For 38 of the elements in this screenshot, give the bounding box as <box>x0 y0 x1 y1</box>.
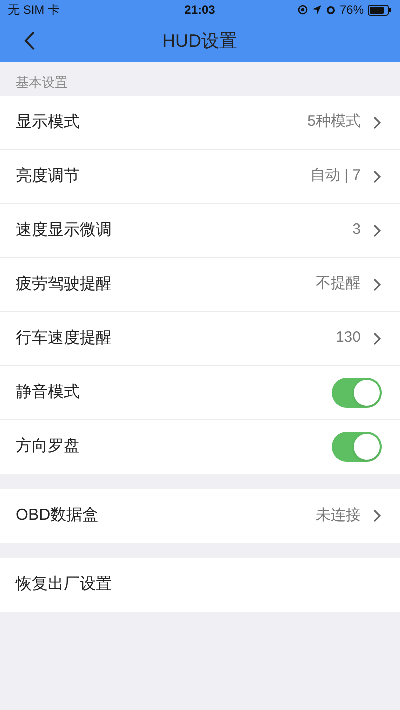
row-label: 疲劳驾驶提醒 <box>16 274 113 294</box>
settings-row[interactable]: OBD数据盒 未连接 <box>0 489 400 543</box>
section-header: 基本设置 <box>16 74 68 92</box>
clock-time: 21:03 <box>184 2 216 19</box>
row-label: 恢复出厂设置 <box>16 574 113 595</box>
chevron-right-icon <box>373 170 382 184</box>
settings-row[interactable]: 亮度调节 自动 | 7 <box>0 150 400 204</box>
chevron-right-icon <box>373 332 382 346</box>
back-icon <box>24 31 36 51</box>
row-value: 自动 | 7 <box>310 166 361 186</box>
row-label: 行车速度提醒 <box>16 328 113 348</box>
row-label: 亮度调节 <box>16 166 81 186</box>
battery-icon <box>368 4 392 16</box>
row-value: 未连接 <box>316 506 361 526</box>
carrier-label: 无 SIM 卡 <box>8 2 62 19</box>
settings-row[interactable]: 行车速度提醒 130 <box>0 312 400 366</box>
row-label: 速度显示微调 <box>16 220 113 240</box>
row-value: 5种模式 <box>308 112 361 132</box>
row-label: 静音模式 <box>16 382 81 402</box>
row-label: OBD数据盒 <box>16 506 100 526</box>
settings-row[interactable]: 显示模式 5种模式 <box>0 96 400 150</box>
chevron-right-icon <box>373 224 382 238</box>
row-value: 130 <box>336 328 361 348</box>
settings-row[interactable]: 速度显示微调 3 <box>0 204 400 258</box>
row-label: 显示模式 <box>16 112 81 132</box>
location-arrow-icon <box>312 5 322 15</box>
chevron-right-icon <box>373 278 382 292</box>
settings-row[interactable]: 恢复出厂设置 <box>0 558 400 612</box>
row-label: 方向罗盘 <box>16 436 81 457</box>
chevron-right-icon <box>373 116 382 130</box>
chevron-right-icon <box>373 509 382 523</box>
battery-percent: 76% <box>340 2 364 19</box>
row-value: 3 <box>352 220 361 240</box>
toggle-switch[interactable] <box>332 432 382 462</box>
settings-row[interactable]: 疲劳驾驶提醒 不提醒 <box>0 258 400 312</box>
page-title: HUD设置 <box>162 30 238 52</box>
row-value: 不提醒 <box>316 274 361 294</box>
toggle-switch[interactable] <box>332 378 382 408</box>
